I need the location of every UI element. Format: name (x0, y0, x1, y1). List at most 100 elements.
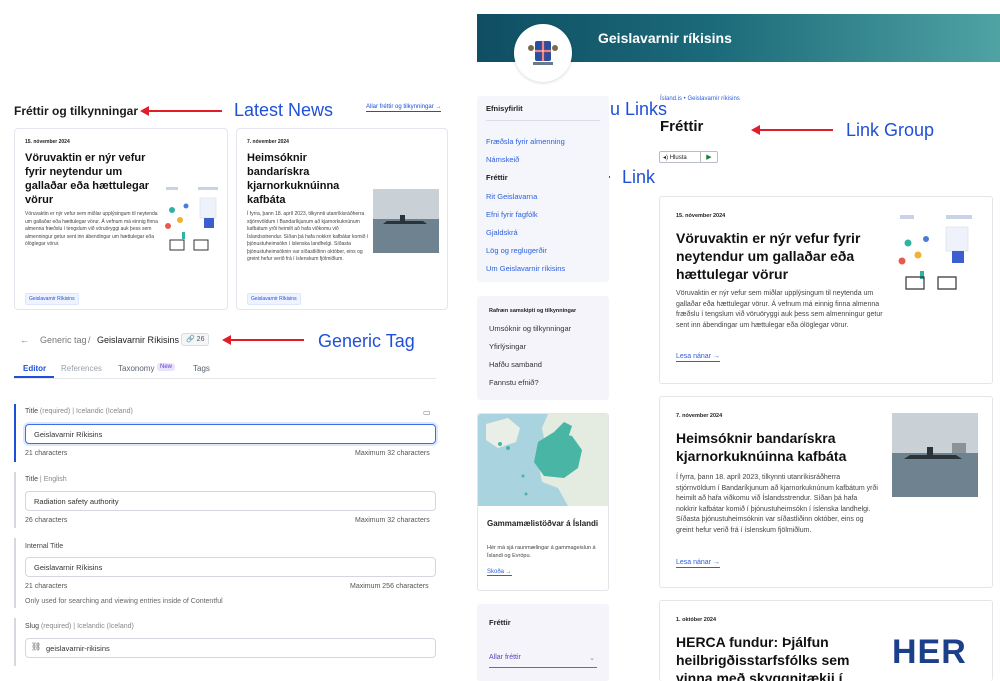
play-icon: ▶ (706, 154, 712, 161)
news-card-text: Í fyrra, þann 18. apríl 2023, tilkynnti … (247, 211, 369, 262)
breadcrumb-separator: / (88, 335, 91, 345)
sidebar-item-log[interactable]: Lög og reglugerðir (486, 246, 547, 255)
sidebar-item-frettir[interactable]: Fréttir (486, 173, 508, 182)
coat-of-arms-icon (528, 41, 558, 65)
title-is-input[interactable]: Geislavarnir Ríkisins (25, 424, 436, 444)
news-card-tag[interactable]: Geislavarnir Ríkisins (25, 293, 79, 305)
news-card[interactable]: 15. nóvember 2024 Vöruvaktin er nýr vefu… (14, 128, 228, 310)
field-bar (14, 618, 16, 666)
services-box: Rafræn samskipti og tilkynningar Umsókni… (477, 296, 609, 400)
field-label: Title | English (25, 476, 67, 483)
back-arrow-icon[interactable]: ← (20, 335, 29, 345)
char-max: Maximum 32 characters (355, 517, 430, 524)
char-count: 26 characters (25, 517, 68, 524)
references-count-badge[interactable]: 🔗 26 (181, 333, 210, 346)
news-section-title: Fréttir og tilkynningar (14, 104, 139, 118)
map-card[interactable]: Gammamælistöðvar á Íslandi Hér má sjá ra… (477, 413, 609, 591)
submarine-photo (892, 413, 978, 497)
submarine-photo (373, 189, 439, 253)
news-filter-select[interactable]: Allar fréttir ⌄ (489, 654, 597, 668)
article-card[interactable]: 15. nóvember 2024 Vöruvaktin er nýr vefu… (659, 196, 993, 384)
sidebar-item-fagfolk[interactable]: Efni fyrir fagfólk (486, 210, 538, 219)
char-count: 21 characters (25, 583, 68, 590)
sidebar-item-namskeid[interactable]: Námskeið (486, 155, 519, 164)
article-card[interactable]: 7. nóvember 2024 Heimsóknir bandarískra … (659, 396, 993, 588)
map-card-link[interactable]: Skoða → (487, 569, 512, 576)
slug-input[interactable]: geislavarnir-rikisins (25, 638, 436, 658)
map-card-title: Gammamælistöðvar á Íslandi (487, 519, 599, 528)
sidebar-item-fraedsla[interactable]: Fræðsla fyrir almenning (486, 137, 565, 146)
sidebar-item-um[interactable]: Um Geislavarnir ríkisins (486, 264, 565, 273)
page-title: Fréttir (660, 118, 704, 135)
annotation-link-group: Link Group (846, 120, 935, 140)
annotation-latest-news: Latest News (234, 100, 334, 120)
news-card-date: 7. nóvember 2024 (247, 139, 289, 145)
article-title: HERCA fundur: Þjálfun heilbrigðisstarfsf… (676, 634, 850, 681)
internal-title-input[interactable]: Geislavarnir Ríkisins (25, 557, 436, 577)
tab-references[interactable]: References (61, 364, 102, 373)
char-max: Maximum 256 characters (350, 583, 429, 590)
annotation-arrow (230, 339, 304, 341)
annotation-arrow (759, 129, 833, 131)
services-title: Rafræn samskipti og tilkynningar (489, 308, 577, 314)
news-card-tag[interactable]: Geislavarnir Ríkisins (247, 293, 301, 305)
site-name[interactable]: Geislavarnir ríkisins (598, 30, 732, 46)
news-card-illustration (160, 184, 224, 252)
active-tab-indicator (14, 376, 54, 378)
news-card-title: Vöruvaktin er nýr vefur fyrir neytendur … (25, 152, 150, 206)
field-label: Title (required) | Icelandic (Iceland) (25, 408, 133, 415)
all-news-link[interactable]: Allar fréttir og tilkynningar → (366, 104, 442, 112)
tab-taxonomy[interactable]: Taxonomy (118, 364, 154, 373)
field-focus-bar (14, 404, 16, 462)
article-text: Vöruvaktin er nýr vefur sem miðlar upplý… (676, 290, 883, 329)
field-bar (14, 472, 16, 528)
article-date: 15. nóvember 2024 (676, 213, 726, 219)
read-more-link[interactable]: Lesa nánar → (676, 353, 720, 362)
services-link[interactable]: Hafðu samband (489, 360, 542, 369)
news-card[interactable]: 7. nóvember 2024 Heimsóknir bandarískra … (236, 128, 448, 310)
comment-icon[interactable]: ▭ (423, 408, 431, 417)
news-filter-title: Fréttir (489, 618, 511, 627)
article-date: 7. nóvember 2024 (676, 413, 723, 419)
article-title: Heimsóknir bandarískra kjarnorkuknúinna … (676, 430, 847, 464)
services-link[interactable]: Fannstu efnið? (489, 378, 539, 387)
listen-label: ◂) Hlusta (660, 152, 701, 162)
sidebar-menu: Efnisyfirlit Fræðsla fyrir almenning Nám… (477, 96, 609, 282)
arrow-right-icon: → (435, 104, 442, 110)
field-help-text: Only used for searching and viewing entr… (25, 598, 223, 605)
field-label: Internal Title (25, 543, 64, 550)
services-link[interactable]: Yfirlýsingar (489, 342, 526, 351)
sidebar-menu-title: Efnisyfirlit (486, 104, 523, 113)
read-more-link[interactable]: Lesa nánar → (676, 559, 720, 568)
site-breadcrumb[interactable]: Ísland.is • Geislavarnir ríkisins (660, 96, 740, 102)
news-filter-box: Fréttir Allar fréttir ⌄ (477, 604, 609, 681)
site-logo[interactable] (514, 24, 572, 82)
article-date: 1. október 2024 (676, 617, 717, 623)
new-badge: New (157, 363, 176, 371)
europe-map (478, 414, 608, 506)
annotation-generic-tag: Generic Tag (318, 331, 415, 351)
link-icon: 🔗 (186, 336, 195, 343)
field-bar (14, 538, 16, 608)
char-count: 21 characters (25, 450, 68, 457)
chevron-down-icon: ⌄ (589, 655, 595, 662)
news-card-date: 15. nóvember 2024 (25, 139, 70, 145)
tab-tags[interactable]: Tags (193, 364, 210, 373)
field-label: Slug (required) | Icelandic (Iceland) (25, 623, 134, 630)
annotation-link: Link (622, 167, 656, 187)
all-news-label: Allar fréttir og tilkynningar (366, 104, 434, 110)
tabs-divider (14, 378, 436, 379)
sidebar-item-gjaldskra[interactable]: Gjaldskrá (486, 228, 518, 237)
services-link[interactable]: Umsóknir og tilkynningar (489, 324, 571, 333)
herca-logo: HER (892, 633, 967, 671)
title-en-input[interactable]: Radiation safety authority (25, 491, 436, 511)
tab-editor[interactable]: Editor (23, 364, 46, 373)
divider (486, 120, 600, 121)
listen-button[interactable]: ◂) Hlusta ▶ (659, 151, 718, 163)
article-card[interactable]: 1. október 2024 HERCA fundur: Þjálfun he… (659, 600, 993, 681)
sidebar-item-rit[interactable]: Rit Geislavarna (486, 192, 537, 201)
news-card-title: Heimsóknir bandarískra kjarnorkuknúinna … (247, 152, 340, 206)
article-text: Í fyrra, þann 18. apríl 2023, tilkynnti … (676, 474, 878, 534)
map-card-text: Hér má sjá raunmælingar á gammageislun á… (487, 545, 596, 559)
breadcrumb-parent[interactable]: Generic tag (40, 335, 87, 345)
